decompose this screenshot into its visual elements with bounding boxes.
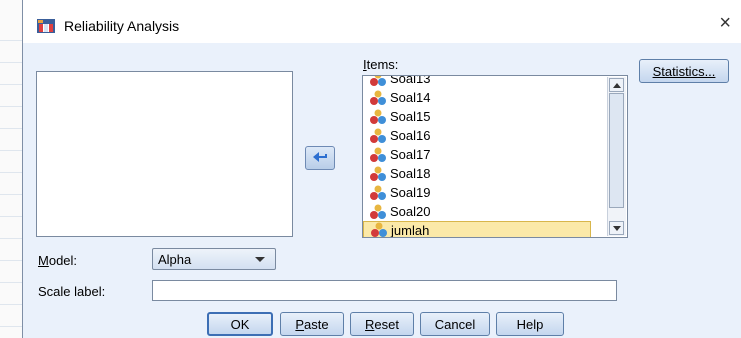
items-label: Items: [363, 57, 399, 72]
statistics-button[interactable]: Statistics... [639, 59, 729, 83]
window-title: Reliability Analysis [64, 18, 180, 34]
model-dropdown[interactable]: Alpha [152, 248, 276, 270]
scale-variable-icon [370, 109, 386, 124]
item-label: Soal14 [390, 90, 431, 105]
scroll-thumb[interactable] [609, 93, 624, 208]
scale-variable-icon [370, 90, 386, 105]
list-item-selected[interactable]: jumlah [363, 221, 591, 238]
title-bar: Reliability Analysis × [23, 0, 741, 43]
scale-label-input[interactable] [152, 280, 617, 301]
paste-button[interactable]: Paste [280, 312, 344, 336]
item-label: Soal19 [390, 185, 431, 200]
chevron-down-icon [255, 257, 265, 262]
arrow-left-icon [313, 152, 327, 162]
list-item[interactable]: Soal16 [363, 126, 591, 145]
chevron-down-icon [612, 225, 621, 231]
reset-button[interactable]: Reset [350, 312, 414, 336]
scale-variable-icon [370, 204, 386, 219]
item-label: Soal18 [390, 166, 431, 181]
list-item[interactable]: Soal14 [363, 88, 591, 107]
model-label: Model: [38, 253, 78, 268]
scale-variable-icon [370, 128, 386, 143]
scroll-up-button[interactable] [609, 78, 624, 92]
chevron-up-icon [612, 82, 621, 88]
cancel-button[interactable]: Cancel [420, 312, 490, 336]
list-item[interactable]: Soal18 [363, 164, 591, 183]
reset-button-label: Reset [365, 316, 399, 332]
model-value: Alpha [158, 252, 192, 267]
ok-button[interactable]: OK [207, 312, 273, 336]
paste-button-label: Paste [295, 316, 329, 332]
items-list[interactable]: Soal13 Soal14 Soal15 Soal16 Soal17 Soal1… [362, 75, 628, 238]
close-icon[interactable]: × [719, 13, 731, 33]
list-item[interactable]: Soal15 [363, 107, 591, 126]
list-item[interactable]: Soal17 [363, 145, 591, 164]
item-label: Soal20 [390, 204, 431, 219]
item-label: Soal17 [390, 147, 431, 162]
help-button-label: Help [516, 316, 544, 332]
scale-label-label: Scale label: [38, 284, 106, 299]
help-button[interactable]: Help [496, 312, 564, 336]
scale-variable-icon [370, 147, 386, 162]
item-label: Soal16 [390, 128, 431, 143]
list-item[interactable]: Soal20 [363, 202, 591, 221]
list-item[interactable]: Soal13 [363, 75, 591, 88]
scale-variable-icon [370, 185, 386, 200]
background-window-strip [0, 0, 23, 338]
item-label: Soal13 [390, 75, 431, 86]
cancel-button-label: Cancel [434, 316, 476, 332]
statistics-button-label: Statistics... [652, 63, 716, 79]
move-variable-button[interactable] [305, 146, 335, 170]
item-label: Soal15 [390, 109, 431, 124]
item-label: jumlah [391, 222, 430, 238]
scale-variable-icon [371, 222, 387, 237]
scale-variable-icon [370, 166, 386, 181]
ok-button-label: OK [230, 316, 250, 332]
scale-variable-icon [370, 76, 386, 86]
items-scrollbar[interactable] [607, 77, 626, 236]
variables-list[interactable] [36, 71, 293, 237]
reliability-dialog: Items: Soal13 Soal14 Soal15 Soal16 Soal1… [23, 43, 741, 338]
scroll-down-button[interactable] [609, 221, 624, 235]
list-item[interactable]: Soal19 [363, 183, 591, 202]
reliability-app-icon [37, 19, 55, 33]
